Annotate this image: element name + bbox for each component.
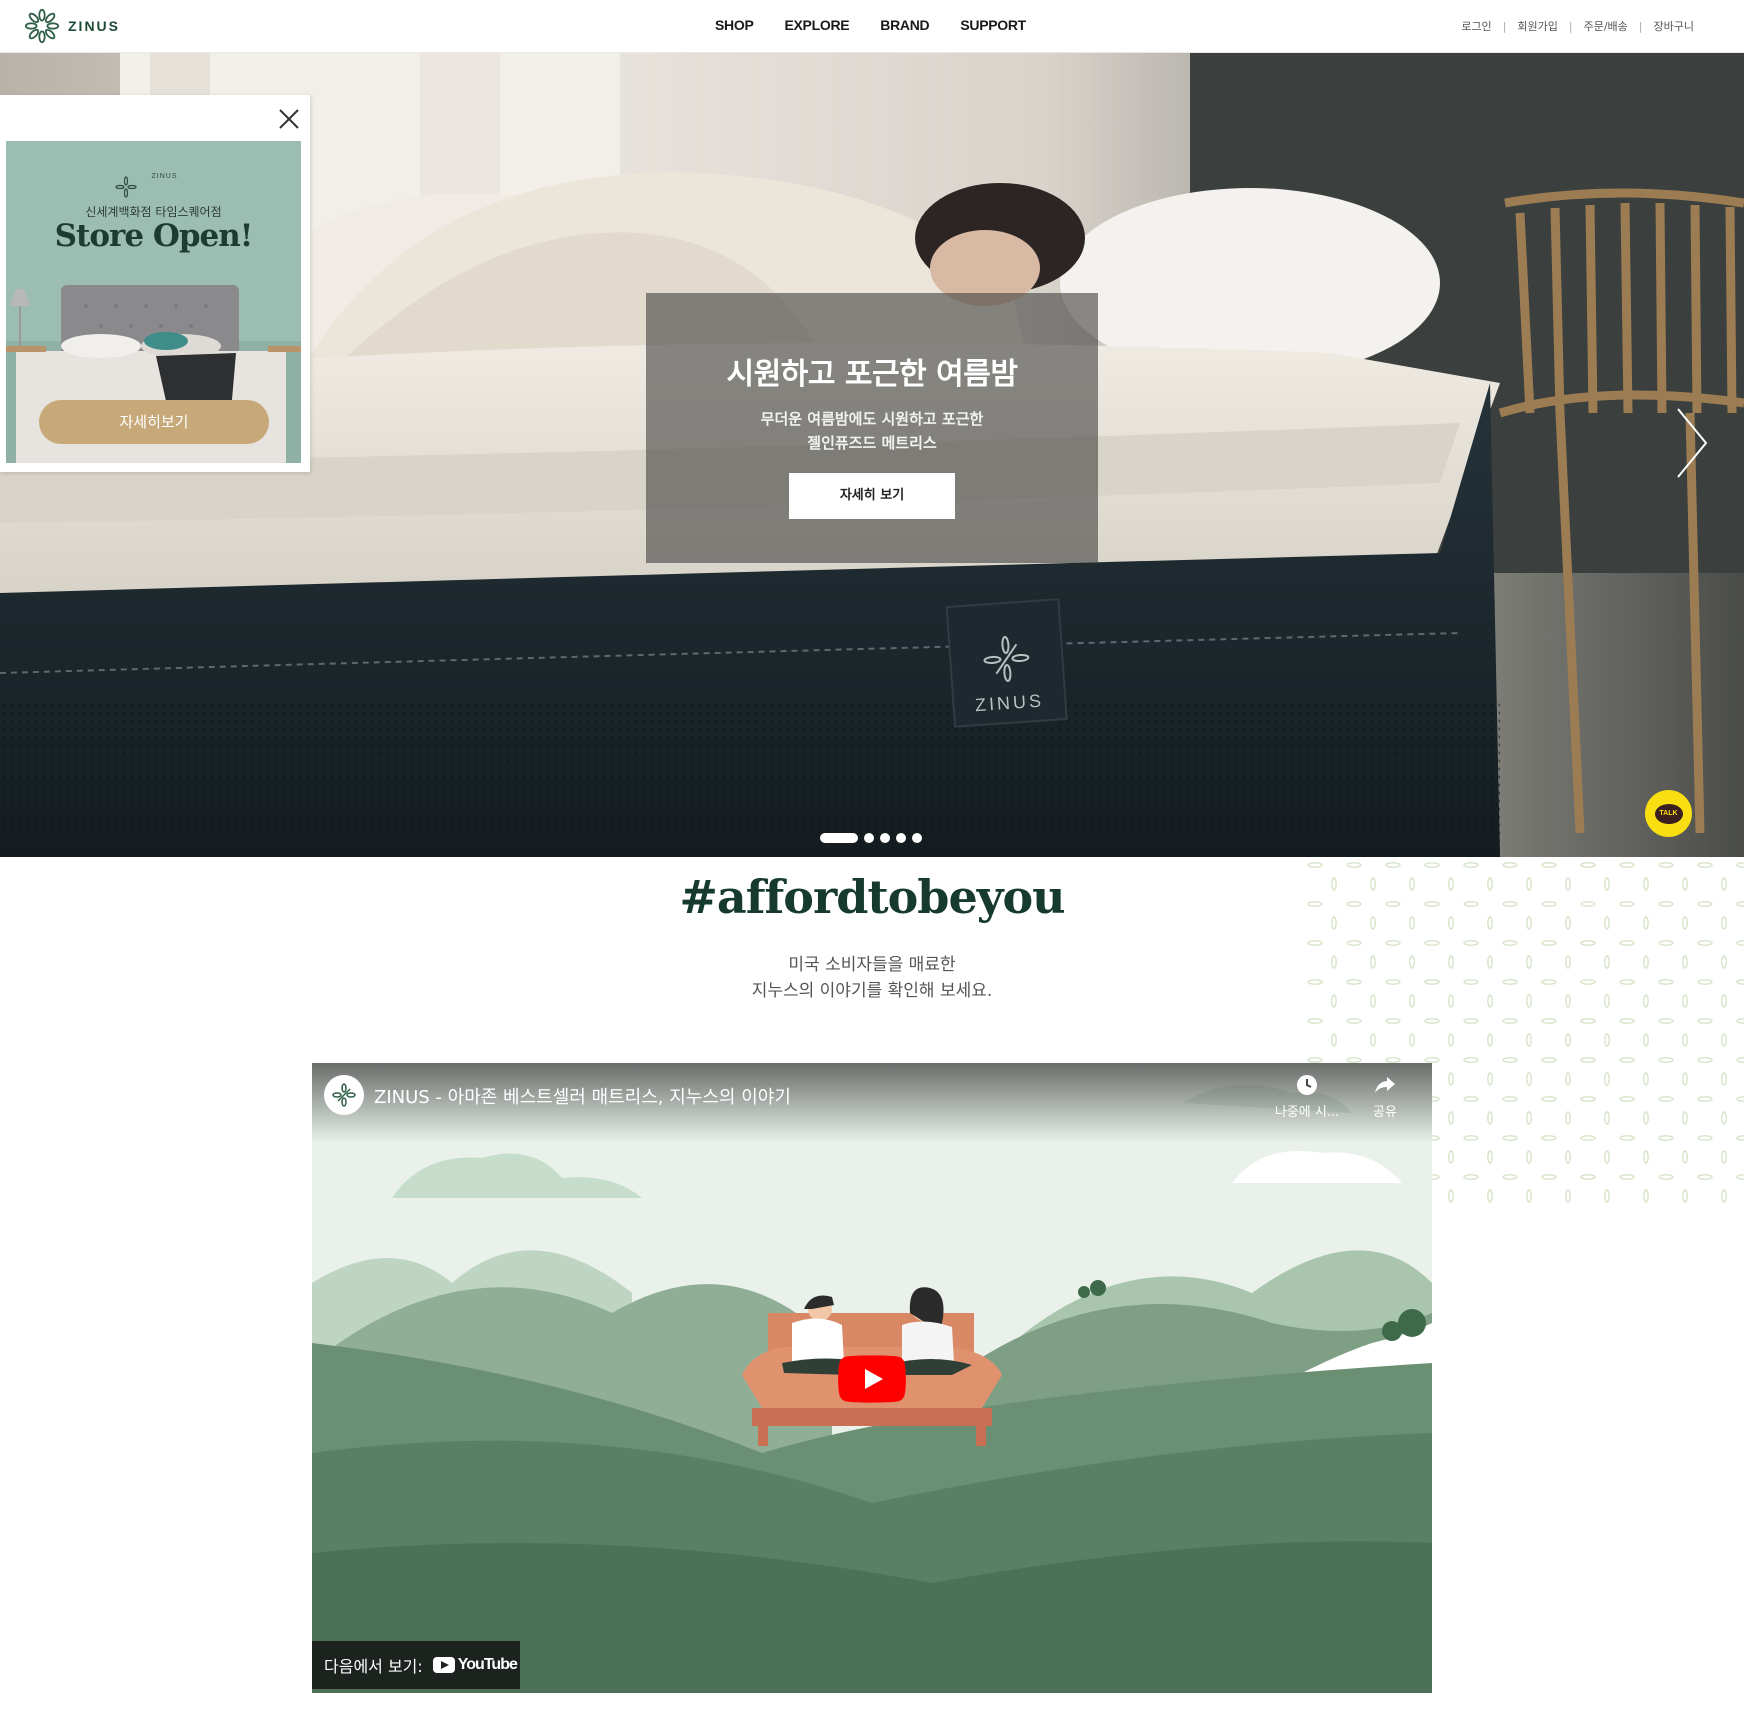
login-link[interactable]: 로그인 bbox=[1461, 18, 1491, 34]
popup-detail-button[interactable]: 자세히보기 bbox=[39, 400, 269, 444]
cart-link[interactable]: 장바구니 bbox=[1654, 18, 1694, 34]
play-icon[interactable] bbox=[838, 1355, 906, 1403]
slide-pagination bbox=[820, 833, 922, 843]
section-desc-line: 지누스의 이야기를 확인해 보세요. bbox=[751, 981, 993, 1001]
main-nav: SHOP EXPLORE BRAND SUPPORT bbox=[715, 17, 1057, 33]
next-slide-arrow-icon[interactable] bbox=[1672, 403, 1712, 483]
popup-banner-image[interactable]: ZINUS 신세계백화점 타임스퀘어점 Store Open! 자세히보기 bbox=[6, 141, 301, 463]
watch-on-label: 다음에서 보기: bbox=[324, 1657, 423, 1676]
watch-later-label: 나중에 시... bbox=[1274, 1105, 1340, 1120]
section-desc-line: 미국 소비자들을 매료한 bbox=[788, 955, 956, 975]
share-control[interactable]: 공유 bbox=[1340, 1073, 1430, 1120]
popup-title: Store Open! bbox=[54, 218, 254, 254]
section-description: 미국 소비자들을 매료한 지누스의 이야기를 확인해 보세요. bbox=[0, 952, 1744, 1004]
watch-later-control[interactable]: 나중에 시... bbox=[1262, 1073, 1352, 1120]
hero-caption-box: 시원하고 포근한 여름밤 무더운 여름밤에도 시원하고 포근한 젤인퓨즈드 메트… bbox=[646, 293, 1098, 563]
hero-title: 시원하고 포근한 여름밤 bbox=[726, 357, 1018, 392]
zinus-flower-icon bbox=[24, 8, 60, 44]
site-header: ZINUS SHOP EXPLORE BRAND SUPPORT 로그인 | 회… bbox=[0, 0, 1744, 53]
hero-desc-line: 무더운 여름밤에도 시원하고 포근한 bbox=[760, 410, 984, 428]
util-separator: | bbox=[1568, 19, 1573, 33]
signup-link[interactable]: 회원가입 bbox=[1517, 18, 1557, 34]
watch-on-youtube[interactable]: 다음에서 보기: YouTube bbox=[312, 1641, 520, 1689]
slide-dot[interactable] bbox=[864, 833, 874, 843]
order-delivery-link[interactable]: 주문/배송 bbox=[1584, 18, 1628, 34]
utility-menu: 로그인 | 회원가입 | 주문/배송 | 장바구니 bbox=[1461, 18, 1694, 34]
logo-text: ZINUS bbox=[68, 18, 120, 34]
clock-icon bbox=[1297, 1075, 1317, 1095]
kakao-talk-button[interactable]: TALK bbox=[1645, 790, 1692, 837]
popup-brand: ZINUS bbox=[151, 173, 178, 180]
section-hashtag: #affordtobeyou bbox=[679, 870, 1065, 924]
youtube-play-icon bbox=[432, 1657, 455, 1673]
hero-desc-line: 젤인퓨즈드 메트리스 bbox=[807, 434, 937, 452]
video-title[interactable]: ZINUS - 아마존 베스트셀러 매트리스, 지누스의 이야기 bbox=[374, 1083, 791, 1109]
youtube-wordmark: YouTube bbox=[457, 1656, 518, 1673]
close-icon[interactable] bbox=[276, 106, 302, 132]
slide-dot[interactable] bbox=[912, 833, 922, 843]
nav-shop[interactable]: SHOP bbox=[715, 17, 754, 33]
nav-explore[interactable]: EXPLORE bbox=[784, 17, 849, 33]
slide-dot[interactable] bbox=[896, 833, 906, 843]
youtube-logo: YouTube bbox=[432, 1656, 518, 1674]
zinus-flower-icon bbox=[332, 1083, 356, 1107]
channel-avatar[interactable] bbox=[324, 1075, 364, 1115]
store-open-popup: ZINUS 신세계백화점 타임스퀘어점 Store Open! 자세히보기 bbox=[0, 95, 310, 472]
util-separator: | bbox=[1638, 19, 1643, 33]
youtube-video-player[interactable]: ZINUS - 아마존 베스트셀러 매트리스, 지누스의 이야기 나중에 시..… bbox=[312, 1063, 1432, 1693]
share-label: 공유 bbox=[1373, 1105, 1397, 1120]
slide-dot[interactable] bbox=[820, 833, 858, 843]
hero-detail-button[interactable]: 자세히 보기 bbox=[789, 473, 955, 519]
util-separator: | bbox=[1502, 19, 1507, 33]
zinus-logo[interactable]: ZINUS bbox=[24, 6, 120, 46]
share-arrow-icon bbox=[1375, 1077, 1395, 1093]
nav-support[interactable]: SUPPORT bbox=[960, 17, 1026, 33]
hero-description: 무더운 여름밤에도 시원하고 포근한 젤인퓨즈드 메트리스 bbox=[646, 407, 1098, 455]
talk-bubble-icon: TALK bbox=[1654, 803, 1683, 824]
nav-brand[interactable]: BRAND bbox=[880, 17, 929, 33]
slide-dot[interactable] bbox=[880, 833, 890, 843]
